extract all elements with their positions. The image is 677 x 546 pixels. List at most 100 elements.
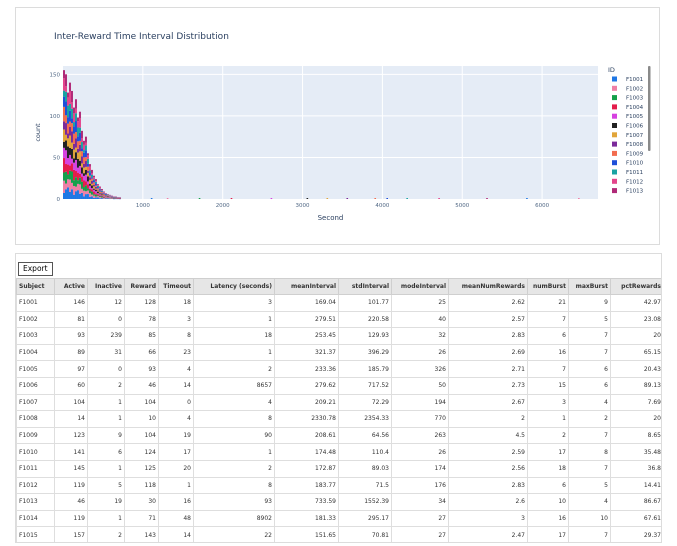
histogram-bar: [88, 170, 91, 173]
table-cell: 65.15: [610, 343, 661, 362]
table-row[interactable]: F1006 60 2 46 14 8657 279.62 717.52 50 2.73 15 6 89.…: [16, 376, 661, 395]
table-row[interactable]: F1003 93 239 85 8 18 253.45 129.93 32 2.83 6 7 20: [16, 327, 661, 345]
table-cell: 176: [391, 476, 449, 495]
histogram-bar: [98, 192, 101, 194]
histogram-bar: [198, 198, 201, 199]
histogram-bar: [98, 186, 101, 188]
histogram-bar: [76, 121, 79, 128]
histogram-bar: [88, 183, 91, 186]
histogram-chart[interactable]: 0 50 100 150 1000 2000 3000 4000 5000 6000 Second c…: [16, 8, 661, 246]
histogram-bar: [486, 198, 488, 199]
table-cell: 2.73: [448, 376, 528, 395]
legend-scrollbar[interactable]: [648, 66, 651, 151]
histogram-bar: [96, 184, 99, 185]
table-cell: 3: [193, 294, 275, 312]
histogram-bar: [86, 163, 89, 167]
table-row[interactable]: F1001 146 12 128 18 3 169.04 101.77 25 2.62 21 9 42.…: [16, 294, 661, 312]
table-cell: 14: [158, 376, 194, 395]
column-header[interactable]: Subject: [16, 278, 55, 295]
histogram-bar: [102, 193, 105, 195]
histogram-bar: [374, 198, 377, 199]
table-cell: 2.57: [448, 310, 528, 329]
column-header[interactable]: pctRewards: [610, 278, 661, 295]
table-row[interactable]: F1015 157 2 143 14 22 151.65 70.81 27 2.47 17 7 29.3…: [16, 526, 661, 542]
histogram-bar: [84, 136, 87, 143]
histogram-bar: [64, 140, 67, 151]
table-cell: 64.56: [338, 426, 392, 445]
histogram-bar: [80, 176, 83, 182]
table-cell: 93: [124, 360, 159, 378]
histogram-bar: [166, 198, 169, 199]
histogram-bar: [80, 156, 83, 164]
table-cell: 18: [158, 294, 194, 312]
histogram-bar: [74, 171, 77, 178]
column-header[interactable]: modeInterval: [391, 278, 449, 295]
table-row[interactable]: F1012 119 5 118 1 8 183.77 71.5 176 2.83 6 5 14.41: [16, 476, 661, 495]
column-header[interactable]: Reward: [124, 278, 159, 295]
table-cell: 7: [568, 459, 611, 478]
histogram-bar: [82, 180, 85, 188]
column-header[interactable]: meanNumRewards: [448, 278, 528, 295]
histogram-bar: [86, 181, 89, 185]
table-row[interactable]: F1004 89 31 66 23 1 321.37 396.29 26 2.69 16 7 65.15: [16, 343, 661, 362]
table-row[interactable]: F1013 46 19 30 16 93 733.59 1552.39 34 2.6 10 4 86.6…: [16, 493, 661, 511]
table-cell: 1: [87, 459, 125, 478]
export-button[interactable]: Export: [18, 262, 53, 276]
table-row[interactable]: F1002 81 0 78 3 1 279.51 220.58 40 2.57 7 5 23.08: [16, 310, 661, 329]
histogram-bar: [80, 142, 83, 149]
histogram-bar: [78, 111, 81, 119]
histogram-bar: [80, 130, 83, 139]
column-header[interactable]: stdInterval: [338, 278, 392, 295]
legend-swatch: [612, 178, 617, 184]
histogram-bar: [66, 179, 69, 188]
table-cell: 119: [54, 509, 88, 528]
column-header[interactable]: Latency (seconds): [193, 278, 275, 295]
table-cell: F1001: [16, 294, 55, 312]
x-tick-label: 1000: [136, 203, 150, 209]
histogram-bar: [70, 158, 73, 164]
table-row[interactable]: F1011 145 1 125 20 2 172.87 89.03 174 2.56 18 7 36.8: [16, 459, 661, 478]
histogram-bar: [86, 166, 89, 171]
table-cell: 18: [527, 459, 569, 478]
histogram-bar: [63, 147, 65, 159]
table-cell: 6: [568, 376, 611, 395]
histogram-bar: [78, 118, 81, 128]
column-header[interactable]: maxBurst: [568, 278, 611, 295]
histogram-bar: [82, 157, 85, 164]
histogram-bar: [74, 113, 77, 122]
column-header[interactable]: Inactive: [87, 278, 125, 295]
x-axis-label: Second: [318, 214, 344, 222]
histogram-bar: [76, 148, 79, 153]
table-cell: 129.93: [338, 327, 392, 345]
table-cell: 8: [158, 327, 194, 345]
histogram-bar: [66, 138, 69, 147]
table-row[interactable]: F1009 123 9 104 19 90 208.61 64.56 263 4.5 2 7 8.65: [16, 426, 661, 445]
table-cell: 12: [87, 294, 125, 312]
histogram-bar: [64, 171, 67, 184]
table-cell: F1005: [16, 360, 55, 378]
column-header[interactable]: meanInterval: [274, 278, 339, 295]
table-row[interactable]: F1008 14 1 10 4 8 2330.78 2354.33 770 2 1 2 20: [16, 410, 661, 428]
table-cell: 93: [193, 493, 275, 511]
column-header[interactable]: numBurst: [527, 278, 569, 295]
column-header[interactable]: Active: [54, 278, 88, 295]
table-cell: 23.08: [610, 310, 661, 329]
table-row[interactable]: F1005 97 0 93 4 2 233.36 185.79 326 2.71 7 6 20.43: [16, 360, 661, 378]
histogram-bar: [68, 165, 71, 171]
table-row[interactable]: F1007 104 1 104 0 4 209.21 72.29 194 2.67 3 4 7.69: [16, 393, 661, 412]
legend-entry: F1003: [626, 96, 644, 102]
table-cell: 2: [193, 360, 275, 378]
histogram-bar: [63, 129, 65, 142]
histogram-bar: [70, 148, 73, 159]
histogram-bar: [76, 183, 79, 191]
histogram-bar: [80, 138, 83, 143]
histogram-bar: [96, 189, 99, 191]
histogram-bar: [80, 167, 83, 174]
table-cell: 4: [568, 393, 611, 412]
table-row[interactable]: F1014 119 1 71 48 8902 181.33 295.17 27 3 16 10 67.6…: [16, 509, 661, 528]
histogram-bar: [88, 175, 91, 178]
table-cell: 2: [568, 410, 611, 428]
column-header[interactable]: Timeout: [158, 278, 194, 295]
table-cell: 31: [87, 343, 125, 362]
table-row[interactable]: F1010 141 6 124 17 1 174.48 110.4 26 2.59 17 8 35.48: [16, 443, 661, 461]
